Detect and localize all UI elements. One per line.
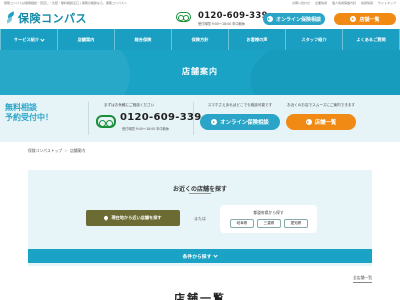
banner-online-caption: スマホさえあればどこでも相談可能です [207,103,273,107]
breadcrumb-current: 店舗案内 [69,148,86,153]
prefecture-search-title: 都道府県から探す [253,210,284,215]
store-search-panel: お近くの店舗を探す 現在地から近い店舗を探す または 都道府県から探す 岐阜県 … [28,170,372,266]
nav-item-label: 総合保険 [134,36,152,42]
header-tel-hours: 受付時間 9:00〜18:00 年中無休 [198,22,246,26]
prefecture-button-mie[interactable]: 三重県 [257,219,281,228]
site-logo[interactable]: 保険コンパス [5,11,87,25]
nav-item-label: 保険方針 [191,36,209,42]
header-store-list-label: 店舗一覧 [359,16,380,23]
divider [193,102,194,135]
banner-online-consult-button[interactable]: オンライン保険相談 [200,114,280,130]
header-store-list-button[interactable]: 店舗一覧 [334,13,396,25]
arrow-right-icon [211,119,218,125]
free-consult-label: 無料相談 予約受付中！ [5,103,53,123]
prefecture-search-box: 都道府県から探す 岐阜県 三重県 愛知県 [220,205,317,233]
free-consult-line1: 無料相談 [5,103,37,112]
header-tel[interactable]: 0120-609-339 受付時間 9:00〜18:00 年中無休 [176,11,268,27]
banner-tel-number[interactable]: 0120-609-339 [120,112,201,123]
arrow-right-icon [305,119,312,125]
site-header: 保険コンパス 0120-609-339 受付時間 9:00〜18:00 年中無休… [0,7,400,29]
compass-leaf-icon [5,11,16,25]
banner-tel-hours: 受付時間 9:00〜18:00 年中無休 [122,127,170,131]
all-stores-link[interactable]: 全店舗一覧 [353,275,372,283]
or-label: または [194,216,206,221]
banner-store-list-label: 店舗一覧 [314,120,337,126]
header-online-consult-label: オンライン保険相談 [275,16,321,23]
chevron-down-icon [213,252,219,258]
nav-item-label: よくあるご質問 [356,36,386,42]
page-title: 店舗案内 [182,67,218,76]
nav-item-label: サービス紹介 [13,36,40,42]
page-hero: 店舗案内 [0,50,400,95]
banner-store-list-button[interactable]: 店舗一覧 [286,114,356,130]
site-description: 保険コンパスは保険相談・見直し・比較・無料相談窓口 | 保険の相談なら、保険コン… [4,1,127,5]
header-tel-number: 0120-609-339 [198,11,268,21]
condition-search-button[interactable]: 条件から探す [28,249,372,263]
divider [88,102,89,135]
breadcrumb: 保険コンパストップ＞店舗案内 [28,148,85,154]
prefecture-button-gifu[interactable]: 岐阜県 [230,219,254,228]
store-search-title: お近くの店舗を探す [172,186,227,193]
breadcrumb-home[interactable]: 保険コンパストップ [28,148,62,153]
store-list-heading: 店舗一覧 [174,292,226,300]
breadcrumb-separator: ＞ [64,148,68,153]
free-dial-icon [176,12,191,22]
chevron-down-icon [40,36,45,42]
top-links: お問い合わせ 企業情報 個人情報保護方針 採用情報 サイトマップ [288,1,396,5]
nav-item-policy[interactable]: 保険方針 [172,29,229,50]
top-link-contact[interactable]: お問い合わせ [292,1,310,5]
nav-item-general-insurance[interactable]: 総合保険 [115,29,172,50]
title-underline [189,193,211,194]
free-dial-icon [96,115,116,128]
nav-item-stores[interactable]: 店舗案内 [58,29,115,50]
condition-search-label: 条件から探す [182,254,212,260]
banner-online-consult-label: オンライン保険相談 [220,120,269,126]
banner-list-caption: お近くのお店でスムーズにご案内できます [286,103,356,107]
nav-item-services[interactable]: サービス紹介 [0,29,58,50]
nav-item-label: スタッフ紹介 [301,36,327,42]
location-pin-icon [103,215,110,221]
top-link-privacy[interactable]: 個人情報保護方針 [332,1,356,5]
arrow-right-icon [266,16,273,22]
main-nav: サービス紹介 店舗案内 総合保険 保険方針 お客様の声 スタッフ紹介 よくあるご… [0,29,400,50]
banner-tel-caption: まずはお気軽にご相談ください [104,103,155,107]
nav-item-label: 店舗案内 [77,36,95,42]
top-link-sitemap[interactable]: サイトマップ [378,1,396,5]
nav-item-staff[interactable]: スタッフ紹介 [286,29,343,50]
current-location-search-button[interactable]: 現在地から近い店舗を探す [86,210,180,226]
prefecture-button-aichi[interactable]: 愛知県 [284,219,308,228]
arrow-right-icon [350,16,357,22]
nav-item-faq[interactable]: よくあるご質問 [343,29,400,50]
current-location-label: 現在地から近い店舗を探す [111,215,162,220]
logo-text: 保険コンパス [18,12,87,25]
free-consult-line2: 予約受付中！ [5,113,53,122]
top-link-company[interactable]: 企業情報 [315,1,327,5]
nav-item-label: お客様の声 [246,36,268,42]
top-link-recruit[interactable]: 採用情報 [361,1,373,5]
consult-banner: 無料相談 予約受付中！ まずはお気軽にご相談ください 0120-609-339 … [0,95,400,142]
nav-item-voices[interactable]: お客様の声 [229,29,286,50]
header-online-consult-button[interactable]: オンライン保険相談 [263,13,325,25]
top-bar: 保険コンパスは保険相談・見直し・比較・無料相談窓口 | 保険の相談なら、保険コン… [0,0,400,7]
